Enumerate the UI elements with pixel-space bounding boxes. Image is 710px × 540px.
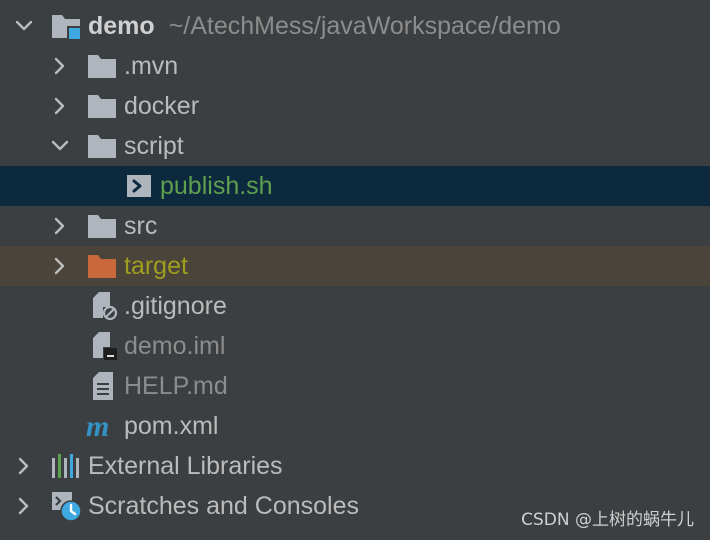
chevron-right-icon[interactable] bbox=[48, 54, 72, 78]
maven-icon: m bbox=[86, 410, 109, 442]
tree-item-label: script bbox=[124, 132, 184, 160]
shell-script-icon bbox=[127, 175, 151, 197]
chevron-right-icon[interactable] bbox=[48, 94, 72, 118]
chevron-right-icon[interactable] bbox=[48, 254, 72, 278]
tree-item-label: src bbox=[124, 212, 158, 240]
tree-row-docker[interactable]: docker bbox=[0, 86, 710, 126]
chevron-right-icon[interactable] bbox=[12, 454, 36, 478]
tree-row-gitignore[interactable]: .gitignore bbox=[0, 286, 710, 326]
tree-row-external-libraries[interactable]: External Libraries bbox=[0, 446, 710, 486]
scratches-icon bbox=[52, 492, 82, 522]
tree-row-script[interactable]: script bbox=[0, 126, 710, 166]
tree-row-publish-sh[interactable]: publish.sh bbox=[0, 166, 710, 206]
tree-row-help-md[interactable]: HELP.md bbox=[0, 366, 710, 406]
tree-item-label: demo.iml bbox=[124, 332, 226, 360]
tree-item-label: .mvn bbox=[124, 52, 179, 80]
markdown-file-icon bbox=[93, 372, 113, 400]
chevron-right-icon[interactable] bbox=[12, 494, 36, 518]
excluded-folder-icon bbox=[88, 255, 116, 278]
chevron-down-icon[interactable] bbox=[48, 134, 72, 158]
project-path: ~/AtechMess/javaWorkspace/demo bbox=[168, 12, 561, 40]
module-folder-icon bbox=[52, 15, 82, 41]
tree-item-label: publish.sh bbox=[160, 172, 273, 200]
tree-row-demo-iml[interactable]: demo.iml bbox=[0, 326, 710, 366]
tree-item-label: .gitignore bbox=[124, 292, 227, 320]
tree-row-pom-xml[interactable]: m pom.xml bbox=[0, 406, 710, 446]
tree-item-label: target bbox=[124, 252, 188, 280]
chevron-right-icon[interactable] bbox=[48, 214, 72, 238]
tree-item-label: Scratches and Consoles bbox=[88, 492, 359, 520]
project-name: demo bbox=[88, 12, 155, 40]
libraries-icon bbox=[52, 454, 79, 478]
svg-text:m: m bbox=[86, 410, 109, 442]
folder-icon bbox=[88, 95, 116, 118]
module-file-icon bbox=[93, 332, 117, 360]
chevron-down-icon[interactable] bbox=[12, 14, 36, 38]
folder-icon bbox=[88, 135, 116, 158]
tree-row-project-root[interactable]: demo ~/AtechMess/javaWorkspace/demo bbox=[0, 6, 710, 46]
ignored-file-icon bbox=[93, 292, 118, 321]
tree-item-label: External Libraries bbox=[88, 452, 283, 480]
tree-item-label: pom.xml bbox=[124, 412, 219, 440]
tree-item-label: HELP.md bbox=[124, 372, 228, 400]
tree-row-mvn[interactable]: .mvn bbox=[0, 46, 710, 86]
folder-icon bbox=[88, 55, 116, 78]
project-tree: demo ~/AtechMess/javaWorkspace/demo .mvn … bbox=[0, 6, 710, 526]
folder-icon bbox=[88, 215, 116, 238]
tree-row-target[interactable]: target bbox=[0, 246, 710, 286]
tree-row-src[interactable]: src bbox=[0, 206, 710, 246]
watermark: CSDN @上树的蜗牛儿 bbox=[521, 510, 694, 530]
tree-item-label: docker bbox=[124, 92, 200, 120]
